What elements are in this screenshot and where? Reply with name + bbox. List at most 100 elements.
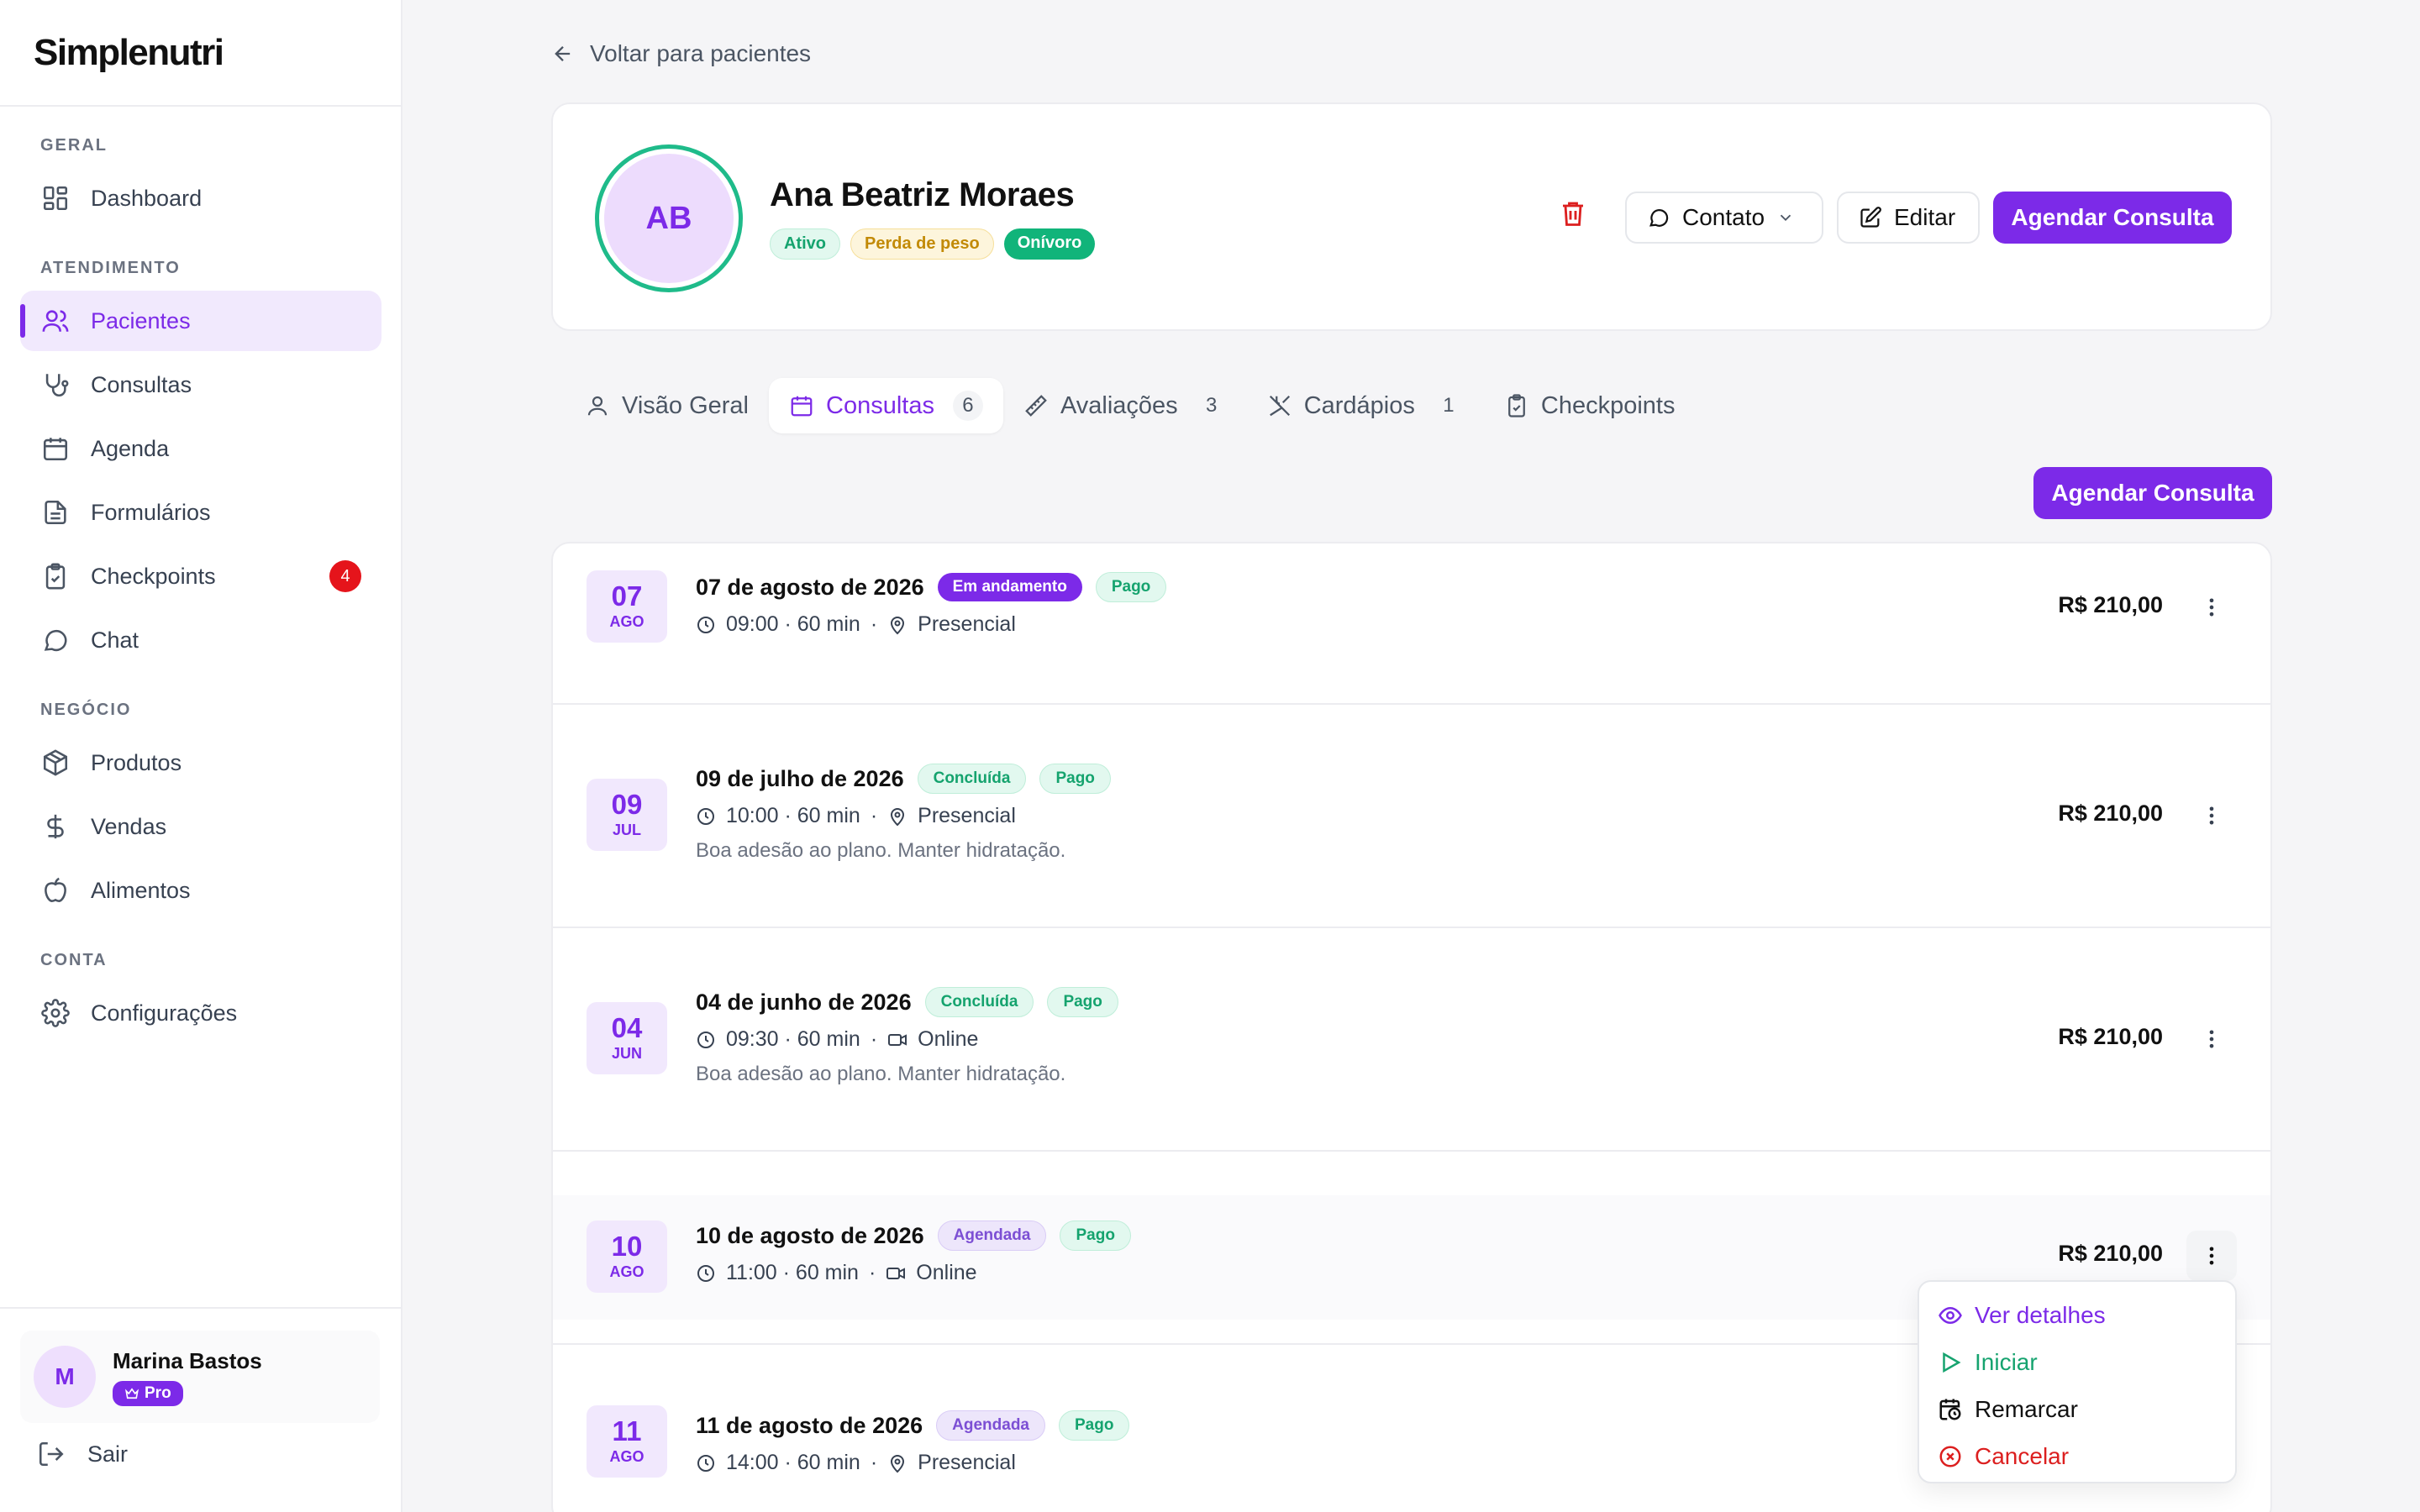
date-day: 04 — [611, 1012, 643, 1043]
play-icon — [1938, 1350, 1963, 1375]
separator: · — [870, 1027, 878, 1051]
sidebar-item-label: Agenda — [91, 435, 170, 461]
map-pin-icon — [887, 806, 908, 827]
consultation-title: 09 de julho de 2026 Concluída Pago — [696, 764, 1111, 794]
tab-consultas[interactable]: Consultas 6 — [769, 378, 1003, 433]
patient-initials: AB — [604, 154, 734, 283]
date-month: AGO — [609, 613, 644, 630]
patient-tags: Ativo Perda de peso Onívoro — [770, 228, 1096, 260]
tab-checkpoints[interactable]: Checkpoints — [1484, 378, 1696, 433]
sidebar-item-checkpoints[interactable]: Checkpoints 4 — [20, 546, 381, 606]
calendar-clock-icon — [1938, 1397, 1963, 1422]
tab-avaliacoes[interactable]: Avaliações 3 — [1003, 378, 1247, 433]
consultation-row[interactable]: 07 AGO 07 de agosto de 2026 Em andamento… — [553, 543, 2270, 705]
date-month: JUL — [612, 822, 641, 838]
back-to-patients-link[interactable]: Voltar para pacientes — [551, 40, 811, 67]
eye-icon — [1938, 1303, 1963, 1328]
menu-item-cancelar[interactable]: Cancelar — [1919, 1433, 2235, 1480]
sidebar-item-label: Vendas — [91, 813, 167, 839]
tab-count: 6 — [952, 391, 983, 421]
apple-icon — [40, 875, 71, 906]
tab-count: 1 — [1443, 394, 1455, 417]
edit-patient-button[interactable]: Editar — [1837, 192, 1980, 244]
schedule-consultation-button-secondary[interactable]: Agendar Consulta — [2033, 467, 2272, 519]
date-day: 11 — [612, 1415, 642, 1446]
sidebar-item-dashboard[interactable]: Dashboard — [20, 168, 381, 228]
consultation-date: 04 de junho de 2026 — [696, 989, 912, 1015]
consultation-time: 09:30 · 60 min — [726, 1027, 860, 1051]
nav-section-atendimento: ATENDIMENTO — [40, 259, 181, 277]
diet-badge: Onívoro — [1003, 228, 1096, 260]
user-card[interactable]: M Marina Bastos Pro — [20, 1331, 380, 1423]
status-badge: Em andamento — [937, 573, 1082, 601]
sidebar-item-formularios[interactable]: Formulários — [20, 482, 381, 543]
logout-icon — [37, 1440, 66, 1468]
consultation-title: 04 de junho de 2026 Concluída Pago — [696, 987, 1118, 1017]
consultation-meta: 11:00 · 60 min · Online — [696, 1261, 977, 1285]
row-menu-button[interactable] — [2186, 582, 2237, 633]
delete-patient-button[interactable] — [1558, 198, 1588, 228]
chat-icon — [40, 625, 71, 655]
consultation-date: 07 de agosto de 2026 — [696, 574, 924, 600]
row-menu-button[interactable] — [2186, 1014, 2237, 1064]
sidebar-item-label: Alimentos — [91, 877, 191, 903]
utensils-icon — [1267, 393, 1292, 418]
sidebar-item-pacientes[interactable]: Pacientes — [20, 291, 381, 351]
date-day: 10 — [611, 1231, 643, 1262]
video-icon — [887, 1030, 908, 1050]
sidebar-item-agenda[interactable]: Agenda — [20, 418, 381, 479]
date-month: AGO — [609, 1448, 644, 1465]
menu-item-label: Cancelar — [1975, 1443, 2070, 1469]
contact-dropdown-button[interactable]: Contato — [1625, 192, 1823, 244]
video-icon — [886, 1263, 906, 1284]
consultation-title: 10 de agosto de 2026 Agendada Pago — [696, 1221, 1131, 1251]
consultation-mode: Online — [916, 1261, 977, 1284]
edit-label: Editar — [1894, 204, 1956, 230]
menu-item-iniciar[interactable]: Iniciar — [1919, 1339, 2235, 1386]
menu-item-remarcar[interactable]: Remarcar — [1919, 1386, 2235, 1433]
date-month: AGO — [609, 1263, 644, 1280]
app-logo[interactable]: Simplenutri — [34, 32, 224, 74]
stethoscope-icon — [40, 370, 71, 400]
menu-item-label: Iniciar — [1975, 1349, 2038, 1375]
contact-label: Contato — [1682, 204, 1765, 230]
date-badge: 04 JUN — [587, 1002, 667, 1074]
consultation-price: R$ 210,00 — [2058, 1241, 2163, 1266]
consultation-mode: Presencial — [918, 612, 1016, 636]
arrow-left-icon — [551, 42, 575, 66]
tab-cardapios[interactable]: Cardápios 1 — [1247, 378, 1484, 433]
crown-icon — [124, 1386, 139, 1401]
separator: · — [868, 1261, 876, 1284]
row-menu-button[interactable] — [2186, 790, 2237, 841]
gear-icon — [40, 998, 71, 1028]
sidebar-item-consultas[interactable]: Consultas — [20, 354, 381, 415]
menu-item-ver-detalhes[interactable]: Ver detalhes — [1919, 1292, 2235, 1339]
clock-icon — [696, 615, 716, 635]
consultation-date: 09 de julho de 2026 — [696, 765, 904, 791]
clock-icon — [696, 1453, 716, 1473]
user-icon — [585, 393, 610, 418]
notification-badge: 4 — [329, 560, 361, 592]
logout-button[interactable]: Sair — [37, 1440, 128, 1468]
sidebar-item-produtos[interactable]: Produtos — [20, 732, 381, 793]
sidebar-item-chat[interactable]: Chat — [20, 610, 381, 670]
sidebar-item-vendas[interactable]: Vendas — [20, 796, 381, 857]
consultation-row[interactable]: 09 JUL 09 de julho de 2026 Concluída Pag… — [553, 705, 2270, 928]
map-pin-icon — [887, 615, 908, 635]
status-badge: Concluída — [924, 987, 1034, 1017]
consultation-title: 11 de agosto de 2026 Agendada Pago — [696, 1410, 1130, 1441]
date-badge: 10 AGO — [587, 1221, 667, 1293]
row-menu-button[interactable] — [2186, 1231, 2237, 1281]
row-action-menu: Ver detalhes Iniciar Remarcar Cancelar — [1918, 1280, 2237, 1483]
ruler-icon — [1023, 393, 1049, 418]
clipboard-check-icon — [1504, 393, 1529, 418]
schedule-consultation-button[interactable]: Agendar Consulta — [1993, 192, 2232, 244]
tab-visao-geral[interactable]: Visão Geral — [565, 378, 769, 433]
sidebar-item-configuracoes[interactable]: Configurações — [20, 983, 381, 1043]
date-day: 09 — [611, 789, 643, 820]
consultation-row[interactable]: 04 JUN 04 de junho de 2026 Concluída Pag… — [553, 928, 2270, 1152]
more-vertical-icon — [2200, 1244, 2223, 1268]
sidebar-item-label: Dashboard — [91, 185, 203, 211]
clock-icon — [696, 1263, 716, 1284]
sidebar-item-alimentos[interactable]: Alimentos — [20, 860, 381, 921]
